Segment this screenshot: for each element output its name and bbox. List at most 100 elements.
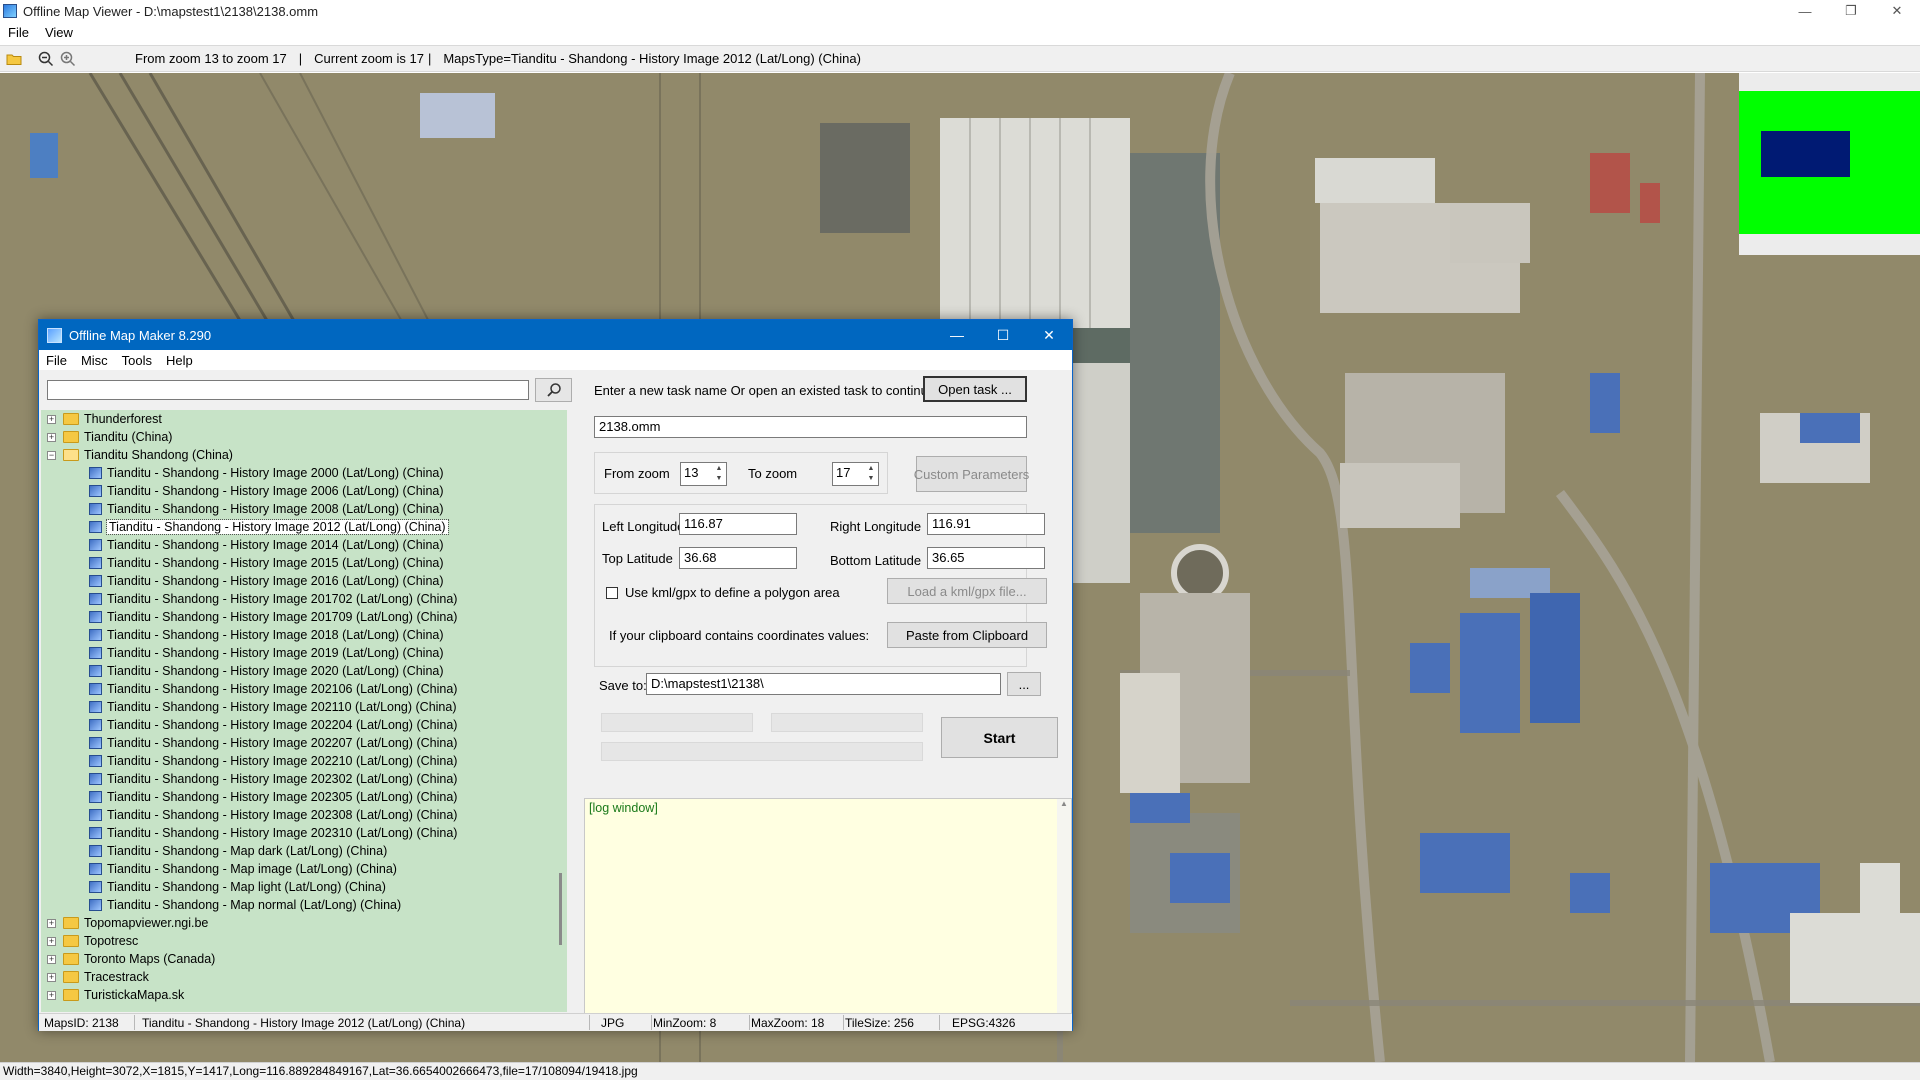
dialog-menu-tools[interactable]: Tools [115, 353, 159, 368]
tree-map-item[interactable]: Tianditu - Shandong - History Image 2022… [89, 716, 457, 734]
task-prompt-label: Enter a new task name Or open an existed… [594, 383, 939, 398]
viewer-statusbar: Width=3840,Height=3072,X=1815,Y=1417,Lon… [0, 1062, 1920, 1080]
dialog-close-button[interactable]: ✕ [1026, 320, 1072, 350]
tree-folder-item[interactable]: + Tianditu (China) [47, 428, 172, 446]
dialog-menu-help[interactable]: Help [159, 353, 200, 368]
tree-folder-item[interactable]: + Tracestrack [47, 968, 149, 986]
tree-map-item[interactable]: Tianditu - Shandong - Map normal (Lat/Lo… [89, 896, 401, 914]
minimize-button[interactable]: — [1782, 0, 1828, 22]
tree-folder-item[interactable]: + Toronto Maps (Canada) [47, 950, 215, 968]
spinner-arrows-icon[interactable]: ▲ ▼ [713, 464, 725, 484]
tree-map-item[interactable]: Tianditu - Shandong - History Image 2023… [89, 824, 457, 842]
tree-map-item[interactable]: Tianditu - Shandong - History Image 2008… [89, 500, 444, 518]
custom-parameters-button[interactable]: Custom Parameters [914, 456, 1029, 492]
to-zoom-spinner[interactable]: 17 ▲ ▼ [832, 462, 879, 486]
start-button[interactable]: Start [941, 717, 1058, 758]
search-icon [546, 383, 561, 397]
tree-map-item[interactable]: Tianditu - Shandong - History Image 2016… [89, 572, 444, 590]
expand-icon[interactable]: + [47, 936, 56, 946]
zoom-out-icon[interactable] [35, 48, 57, 70]
tree-map-item[interactable]: Tianditu - Shandong - History Image 2021… [89, 680, 457, 698]
dialog-title: Offline Map Maker 8.290 [69, 327, 212, 343]
tree-item-label: Tianditu - Shandong - History Image 2022… [107, 754, 458, 768]
log-window[interactable]: [log window] ▲ [584, 798, 1072, 1016]
to-zoom-value: 17 [836, 465, 851, 480]
tree-item-label: Tianditu - Shandong - History Image 2016… [107, 574, 444, 588]
from-zoom-spinner[interactable]: 13 ▲ ▼ [680, 462, 727, 486]
tree-map-item[interactable]: Tianditu - Shandong - History Image 2020… [89, 662, 444, 680]
close-button[interactable]: ✕ [1874, 0, 1920, 22]
expand-icon[interactable]: + [47, 918, 56, 928]
tree-map-item[interactable]: Tianditu - Shandong - History Image 2019… [89, 644, 444, 662]
load-kml-button[interactable]: Load a kml/gpx file... [887, 578, 1047, 604]
collapse-icon[interactable]: − [47, 450, 56, 460]
dialog-menu-misc[interactable]: Misc [74, 353, 115, 368]
spinner-arrows-icon[interactable]: ▲ ▼ [865, 464, 877, 484]
tree-folder-item[interactable]: − Tianditu Shandong (China) [47, 446, 233, 464]
tree-folder-item[interactable]: + Thunderforest [47, 410, 162, 428]
tree-map-item[interactable]: Tianditu - Shandong - History Image 2017… [89, 608, 457, 626]
tree-map-item[interactable]: Tianditu - Shandong - History Image 2000… [89, 464, 444, 482]
dialog-minimize-button[interactable]: — [934, 320, 980, 350]
tree-map-item[interactable]: Tianditu - Shandong - Map light (Lat/Lon… [89, 878, 386, 896]
paste-from-clipboard-button[interactable]: Paste from Clipboard [887, 622, 1047, 648]
expand-icon[interactable]: + [47, 990, 56, 1000]
viewer-window-title: Offline Map Viewer - D:\mapstest1\2138\2… [23, 3, 319, 19]
tree-folder-item[interactable]: + Topomapviewer.ngi.be [47, 914, 208, 932]
tree-map-item[interactable]: Tianditu - Shandong - Map dark (Lat/Long… [89, 842, 387, 860]
map-search-input[interactable] [47, 380, 529, 400]
menu-view[interactable]: View [37, 25, 81, 40]
zoom-in-icon[interactable] [57, 48, 79, 70]
open-task-button[interactable]: Open task ... [923, 376, 1027, 402]
tree-map-item[interactable]: Tianditu - Shandong - History Image 2022… [89, 734, 457, 752]
tree-map-item[interactable]: Tianditu - Shandong - History Image 2006… [89, 482, 444, 500]
folder-icon [63, 989, 79, 1001]
top-latitude-input[interactable]: 36.68 [679, 547, 797, 569]
expand-icon[interactable]: + [47, 972, 56, 982]
map-tile-icon [89, 899, 102, 911]
tree-scrollbar-thumb[interactable] [559, 873, 562, 945]
kml-checkbox[interactable] [606, 587, 618, 599]
tree-map-item[interactable]: Tianditu - Shandong - History Image 2023… [89, 806, 457, 824]
browse-button[interactable]: ... [1007, 672, 1041, 696]
map-source-tree[interactable]: + Thunderforest + Tianditu (China) − Tianditu… [41, 410, 567, 1012]
status-divider [843, 1015, 844, 1030]
overview-minimap[interactable] [1739, 73, 1920, 255]
tree-map-item[interactable]: Tianditu - Shandong - History Image 2018… [89, 626, 444, 644]
right-longitude-input[interactable]: 116.91 [927, 513, 1045, 535]
tree-map-item[interactable]: Tianditu - Shandong - History Image 2021… [89, 698, 457, 716]
tree-map-item[interactable]: Tianditu - Shandong - History Image 2012… [89, 518, 449, 536]
tree-map-item[interactable]: Tianditu - Shandong - History Image 2015… [89, 554, 444, 572]
dialog-menu-file[interactable]: File [39, 353, 74, 368]
expand-icon[interactable]: + [47, 432, 56, 442]
minimap-viewport[interactable] [1761, 131, 1850, 177]
task-name-input[interactable]: 2138.omm [594, 416, 1027, 438]
dialog-maximize-button[interactable]: ☐ [980, 320, 1026, 350]
log-scrollbar[interactable]: ▲ [1057, 799, 1071, 1015]
tree-folder-item[interactable]: + TuristickaMapa.sk [47, 986, 184, 1004]
progress-bar-zoom [601, 713, 753, 732]
menu-file[interactable]: File [0, 25, 37, 40]
tree-map-item[interactable]: Tianditu - Shandong - History Image 2014… [89, 536, 444, 554]
search-button[interactable] [535, 378, 572, 402]
expand-icon[interactable]: + [47, 414, 56, 424]
tree-map-item[interactable]: Tianditu - Shandong - History Image 2023… [89, 788, 457, 806]
tree-map-item[interactable]: Tianditu - Shandong - History Image 2023… [89, 770, 457, 788]
tree-scrollbar[interactable] [553, 410, 567, 1012]
tree-map-item[interactable]: Tianditu - Shandong - Map image (Lat/Lon… [89, 860, 397, 878]
open-folder-icon[interactable] [3, 48, 25, 70]
tree-item-label: Tracestrack [84, 970, 149, 984]
status-divider [749, 1015, 750, 1030]
expand-icon[interactable]: + [47, 954, 56, 964]
save-path-input[interactable]: D:\mapstest1\2138\ [646, 673, 1001, 695]
restore-button[interactable]: ❐ [1828, 0, 1874, 22]
left-longitude-input[interactable]: 116.87 [679, 513, 797, 535]
folder-icon [63, 935, 79, 947]
tree-map-item[interactable]: Tianditu - Shandong - History Image 2022… [89, 752, 457, 770]
tree-map-item[interactable]: Tianditu - Shandong - History Image 2017… [89, 590, 457, 608]
toolbar-separator: | [427, 51, 432, 66]
tree-folder-item[interactable]: + Topotresc [47, 932, 138, 950]
bottom-latitude-input[interactable]: 36.65 [927, 547, 1045, 569]
maps-type-info: MapsType=Tianditu - Shandong - History I… [443, 51, 861, 66]
epsg-status: EPSG:4326 [952, 1016, 1016, 1030]
